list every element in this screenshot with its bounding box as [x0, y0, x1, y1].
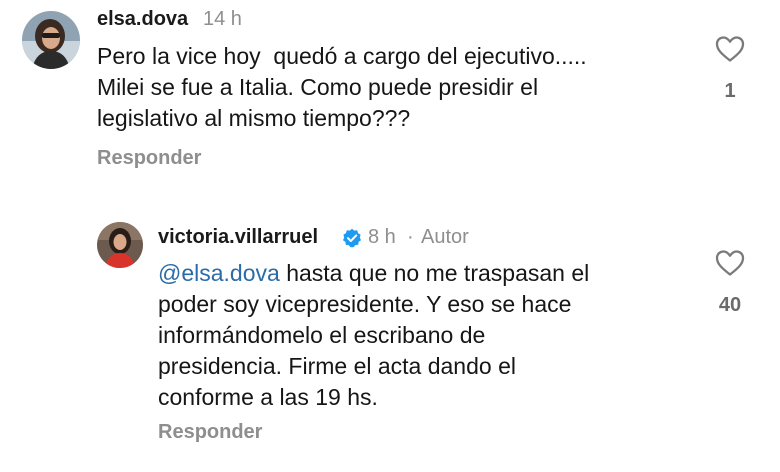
reply-button[interactable]: Responder — [158, 421, 262, 444]
meta-separator: · — [407, 226, 414, 248]
reply-button[interactable]: Responder — [97, 147, 201, 170]
verified-badge-icon — [342, 228, 362, 248]
comment-text: @elsa.dova hasta que no me traspasan el … — [158, 258, 678, 413]
user-avatar — [97, 222, 143, 268]
comment-text: Pero la vice hoy quedó a cargo del ejecu… — [97, 43, 587, 131]
author-badge: Autor — [421, 226, 469, 248]
comment-timestamp: 14 h — [203, 8, 242, 30]
like-heart-icon[interactable] — [715, 35, 745, 63]
commenter-avatar[interactable] — [97, 222, 143, 268]
comment-username[interactable]: elsa.dova — [97, 8, 188, 31]
mention-link[interactable]: @elsa.dova — [158, 260, 280, 286]
commenter-avatar[interactable] — [22, 11, 80, 69]
comment-username[interactable]: victoria.villarruel — [158, 226, 318, 249]
like-count: 1 — [724, 80, 736, 102]
like-count: 40 — [718, 294, 742, 316]
like-heart-icon[interactable] — [715, 249, 745, 277]
user-avatar — [22, 11, 80, 69]
comment-timestamp: 8 h — [368, 226, 396, 248]
